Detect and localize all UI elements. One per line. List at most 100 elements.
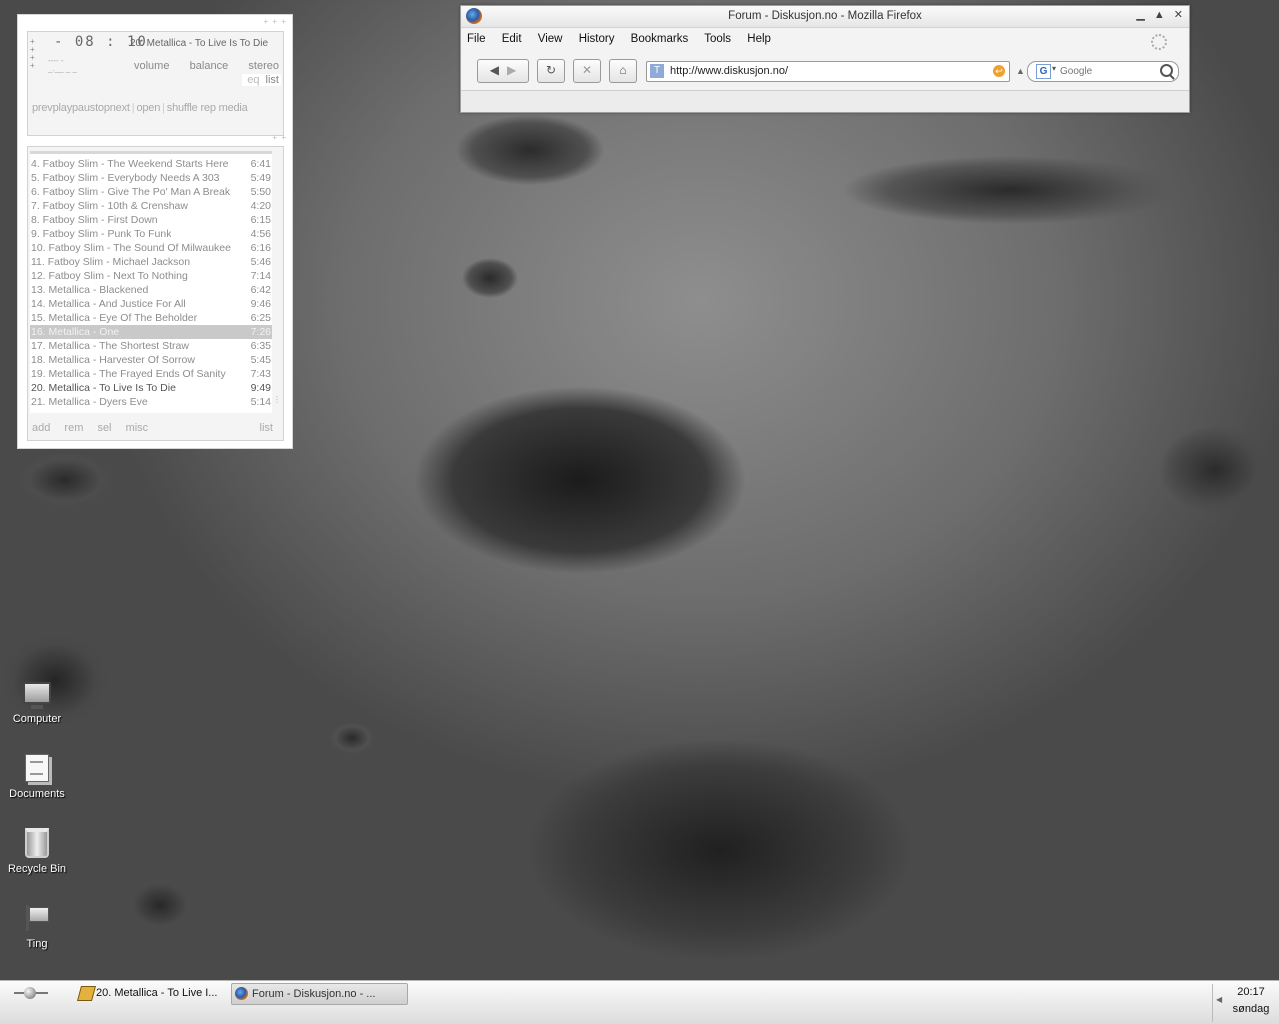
playlist-row-duration: 4:20 bbox=[250, 200, 271, 212]
visualizer-text: ---- - _.__ _ _ bbox=[48, 56, 77, 73]
menu-help[interactable]: Help bbox=[747, 33, 771, 45]
google-logo-icon[interactable]: G bbox=[1036, 64, 1051, 79]
playlist-row[interactable]: 11. Fatboy Slim - Michael Jackson 5:46 bbox=[30, 255, 272, 269]
next-button[interactable]: next bbox=[110, 102, 130, 114]
playlist-row-duration: 9:49 bbox=[250, 382, 271, 394]
playlist-list[interactable]: 4. Fatboy Slim - The Weekend Starts Here… bbox=[30, 151, 272, 413]
playlist-row[interactable]: 13. Metallica - Blackened 6:42 bbox=[30, 283, 272, 297]
playlist-row-title: 8. Fatboy Slim - First Down bbox=[31, 214, 158, 226]
firefox-icon bbox=[235, 987, 248, 1000]
prev-button[interactable]: prev bbox=[32, 102, 53, 114]
magnifier-icon[interactable] bbox=[1160, 64, 1173, 77]
home-icon[interactable]: ⌂ bbox=[609, 59, 637, 83]
stereo-toggle[interactable]: stereo bbox=[248, 60, 279, 72]
playlist-row[interactable]: 14. Metallica - And Justice For All 9:46 bbox=[30, 297, 272, 311]
playlist-row[interactable]: 21. Metallica - Dyers Eve 5:14 bbox=[30, 395, 272, 409]
shuffle-button[interactable]: shuffle bbox=[167, 102, 198, 114]
playlist-row-duration: 6:15 bbox=[250, 214, 271, 226]
back-arrow-icon[interactable]: ◀ bbox=[490, 63, 499, 77]
resize-marks[interactable]: + + + bbox=[264, 17, 287, 26]
repeat-button[interactable]: rep bbox=[200, 102, 216, 114]
clock[interactable]: 20:17 søndag bbox=[1225, 985, 1277, 1017]
playlist-row[interactable]: 17. Metallica - The Shortest Straw 6:35 bbox=[30, 339, 272, 353]
playlist-remove-button[interactable]: rem bbox=[64, 422, 83, 434]
minimize-icon[interactable]: ▁ bbox=[1136, 9, 1144, 21]
close-icon[interactable]: ✕ bbox=[1174, 9, 1183, 21]
desktop-icon-label: Ting bbox=[26, 938, 48, 950]
volume-slider[interactable]: volume bbox=[134, 60, 169, 72]
playlist-row-duration: 5:46 bbox=[250, 256, 271, 268]
menu-bookmarks[interactable]: Bookmarks bbox=[631, 33, 689, 45]
start-orb-icon bbox=[24, 987, 36, 999]
search-input[interactable] bbox=[1060, 64, 1155, 78]
playlist-resize-marks[interactable]: + + bbox=[272, 133, 287, 142]
desktop-icon-ting[interactable]: Ting bbox=[0, 903, 74, 950]
back-forward-button[interactable]: ◀ ▶ bbox=[477, 59, 529, 83]
playlist-row[interactable]: 20. Metallica - To Live Is To Die 9:49 bbox=[30, 381, 272, 395]
desktop-icon-computer[interactable]: Computer bbox=[0, 678, 74, 725]
playlist-row-title: 18. Metallica - Harvester Of Sorrow bbox=[31, 354, 195, 366]
playlist-row[interactable]: 10. Fatboy Slim - The Sound Of Milwaukee… bbox=[30, 241, 272, 255]
forward-arrow-icon[interactable]: ▶ bbox=[507, 63, 516, 77]
playlist-select-button[interactable]: sel bbox=[97, 422, 111, 434]
playlist-list-button[interactable]: list bbox=[260, 422, 273, 434]
taskbar-item-player[interactable]: 20. Metallica - To Live I... bbox=[76, 983, 238, 1003]
search-engine-dropdown-icon[interactable]: ▾ bbox=[1052, 64, 1056, 73]
desktop-icon-documents[interactable]: Documents bbox=[0, 753, 74, 800]
playlist-add-button[interactable]: add bbox=[32, 422, 50, 434]
playlist-misc-button[interactable]: misc bbox=[126, 422, 149, 434]
playlist-row-duration: 6:42 bbox=[250, 284, 271, 296]
reload-icon[interactable]: ↻ bbox=[537, 59, 565, 83]
playlist-row-title: 10. Fatboy Slim - The Sound Of Milwaukee bbox=[31, 242, 231, 254]
sliders-row: volume balance stereo bbox=[134, 60, 279, 72]
player-side-buttons[interactable]: + + + + bbox=[30, 38, 36, 70]
transport-controls: prevplaypaustopnext | open | shuffle rep med… bbox=[32, 102, 248, 114]
player-main-panel: + + + + - 08 : 10 20. Metallica - To Live I… bbox=[27, 31, 284, 136]
stop-button[interactable]: stop bbox=[90, 102, 110, 114]
playlist-row-title: 14. Metallica - And Justice For All bbox=[31, 298, 186, 310]
play-button[interactable]: play bbox=[53, 102, 73, 114]
firefox-window: Forum - Diskusjon.no - Mozilla Firefox ▁… bbox=[460, 5, 1190, 113]
playlist-row[interactable]: 16. Metallica - One 7:26 bbox=[30, 325, 272, 339]
menu-history[interactable]: History bbox=[579, 33, 615, 45]
desktop-icon-label: Recycle Bin bbox=[7, 863, 67, 875]
playlist-row[interactable]: 5. Fatboy Slim - Everybody Needs A 303 5:… bbox=[30, 171, 272, 185]
playlist-row-title: 20. Metallica - To Live Is To Die bbox=[31, 382, 176, 394]
playlist-row[interactable]: 7. Fatboy Slim - 10th & Crenshaw 4:20 bbox=[30, 199, 272, 213]
media-button[interactable]: media bbox=[219, 102, 248, 114]
pause-button[interactable]: pau bbox=[72, 102, 90, 114]
playlist-row[interactable]: 19. Metallica - The Frayed Ends Of Sanit… bbox=[30, 367, 272, 381]
taskbar-item-firefox[interactable]: Forum - Diskusjon.no - ... bbox=[231, 983, 408, 1005]
maximize-icon[interactable]: ▲ bbox=[1154, 9, 1165, 21]
start-button[interactable] bbox=[14, 987, 48, 999]
visualizer[interactable]: ---- - _.__ _ _ bbox=[48, 57, 77, 73]
menu-edit[interactable]: Edit bbox=[502, 33, 522, 45]
playlist-row[interactable]: 8. Fatboy Slim - First Down 6:15 bbox=[30, 213, 272, 227]
search-engine-arrow-icon[interactable]: ▲ bbox=[1016, 66, 1025, 76]
window-titlebar[interactable]: Forum - Diskusjon.no - Mozilla Firefox ▁… bbox=[461, 6, 1189, 28]
menu-tools[interactable]: Tools bbox=[704, 33, 731, 45]
desktop-icon-recycle-bin[interactable]: Recycle Bin bbox=[0, 828, 74, 875]
site-favicon-icon: T bbox=[650, 64, 664, 78]
playlist-row[interactable]: 4. Fatboy Slim - The Weekend Starts Here… bbox=[30, 157, 272, 171]
eq-toggle[interactable]: eq bbox=[247, 74, 259, 86]
balance-slider[interactable]: balance bbox=[190, 60, 229, 72]
playlist-row[interactable]: 9. Fatboy Slim - Punk To Funk 4:56 bbox=[30, 227, 272, 241]
playlist-row[interactable]: 15. Metallica - Eye Of The Beholder 6:25 bbox=[30, 311, 272, 325]
url-text[interactable]: http://www.diskusjon.no/ bbox=[670, 65, 788, 77]
playlist-row[interactable]: 18. Metallica - Harvester Of Sorrow 5:45 bbox=[30, 353, 272, 367]
menu-file[interactable]: File bbox=[467, 33, 486, 45]
tray-expand-icon[interactable]: ◀ bbox=[1216, 995, 1222, 1004]
playlist-row[interactable]: 6. Fatboy Slim - Give The Po' Man A Brea… bbox=[30, 185, 272, 199]
menu-view[interactable]: View bbox=[538, 33, 563, 45]
playlist-row-title: 15. Metallica - Eye Of The Beholder bbox=[31, 312, 198, 324]
url-bar[interactable]: T http://www.diskusjon.no/ ↩ bbox=[646, 61, 1010, 82]
playlist-scroll-handle[interactable]: ⋮ bbox=[273, 395, 281, 404]
open-button[interactable]: open bbox=[136, 102, 160, 114]
stop-icon[interactable]: ✕ bbox=[573, 59, 601, 83]
search-bar[interactable]: G ▾ bbox=[1027, 61, 1179, 82]
playlist-row-duration: 7:14 bbox=[250, 270, 271, 282]
go-icon[interactable]: ↩ bbox=[993, 65, 1005, 77]
list-toggle[interactable]: list bbox=[266, 74, 279, 86]
playlist-row[interactable]: 12. Fatboy Slim - Next To Nothing 7:14 bbox=[30, 269, 272, 283]
